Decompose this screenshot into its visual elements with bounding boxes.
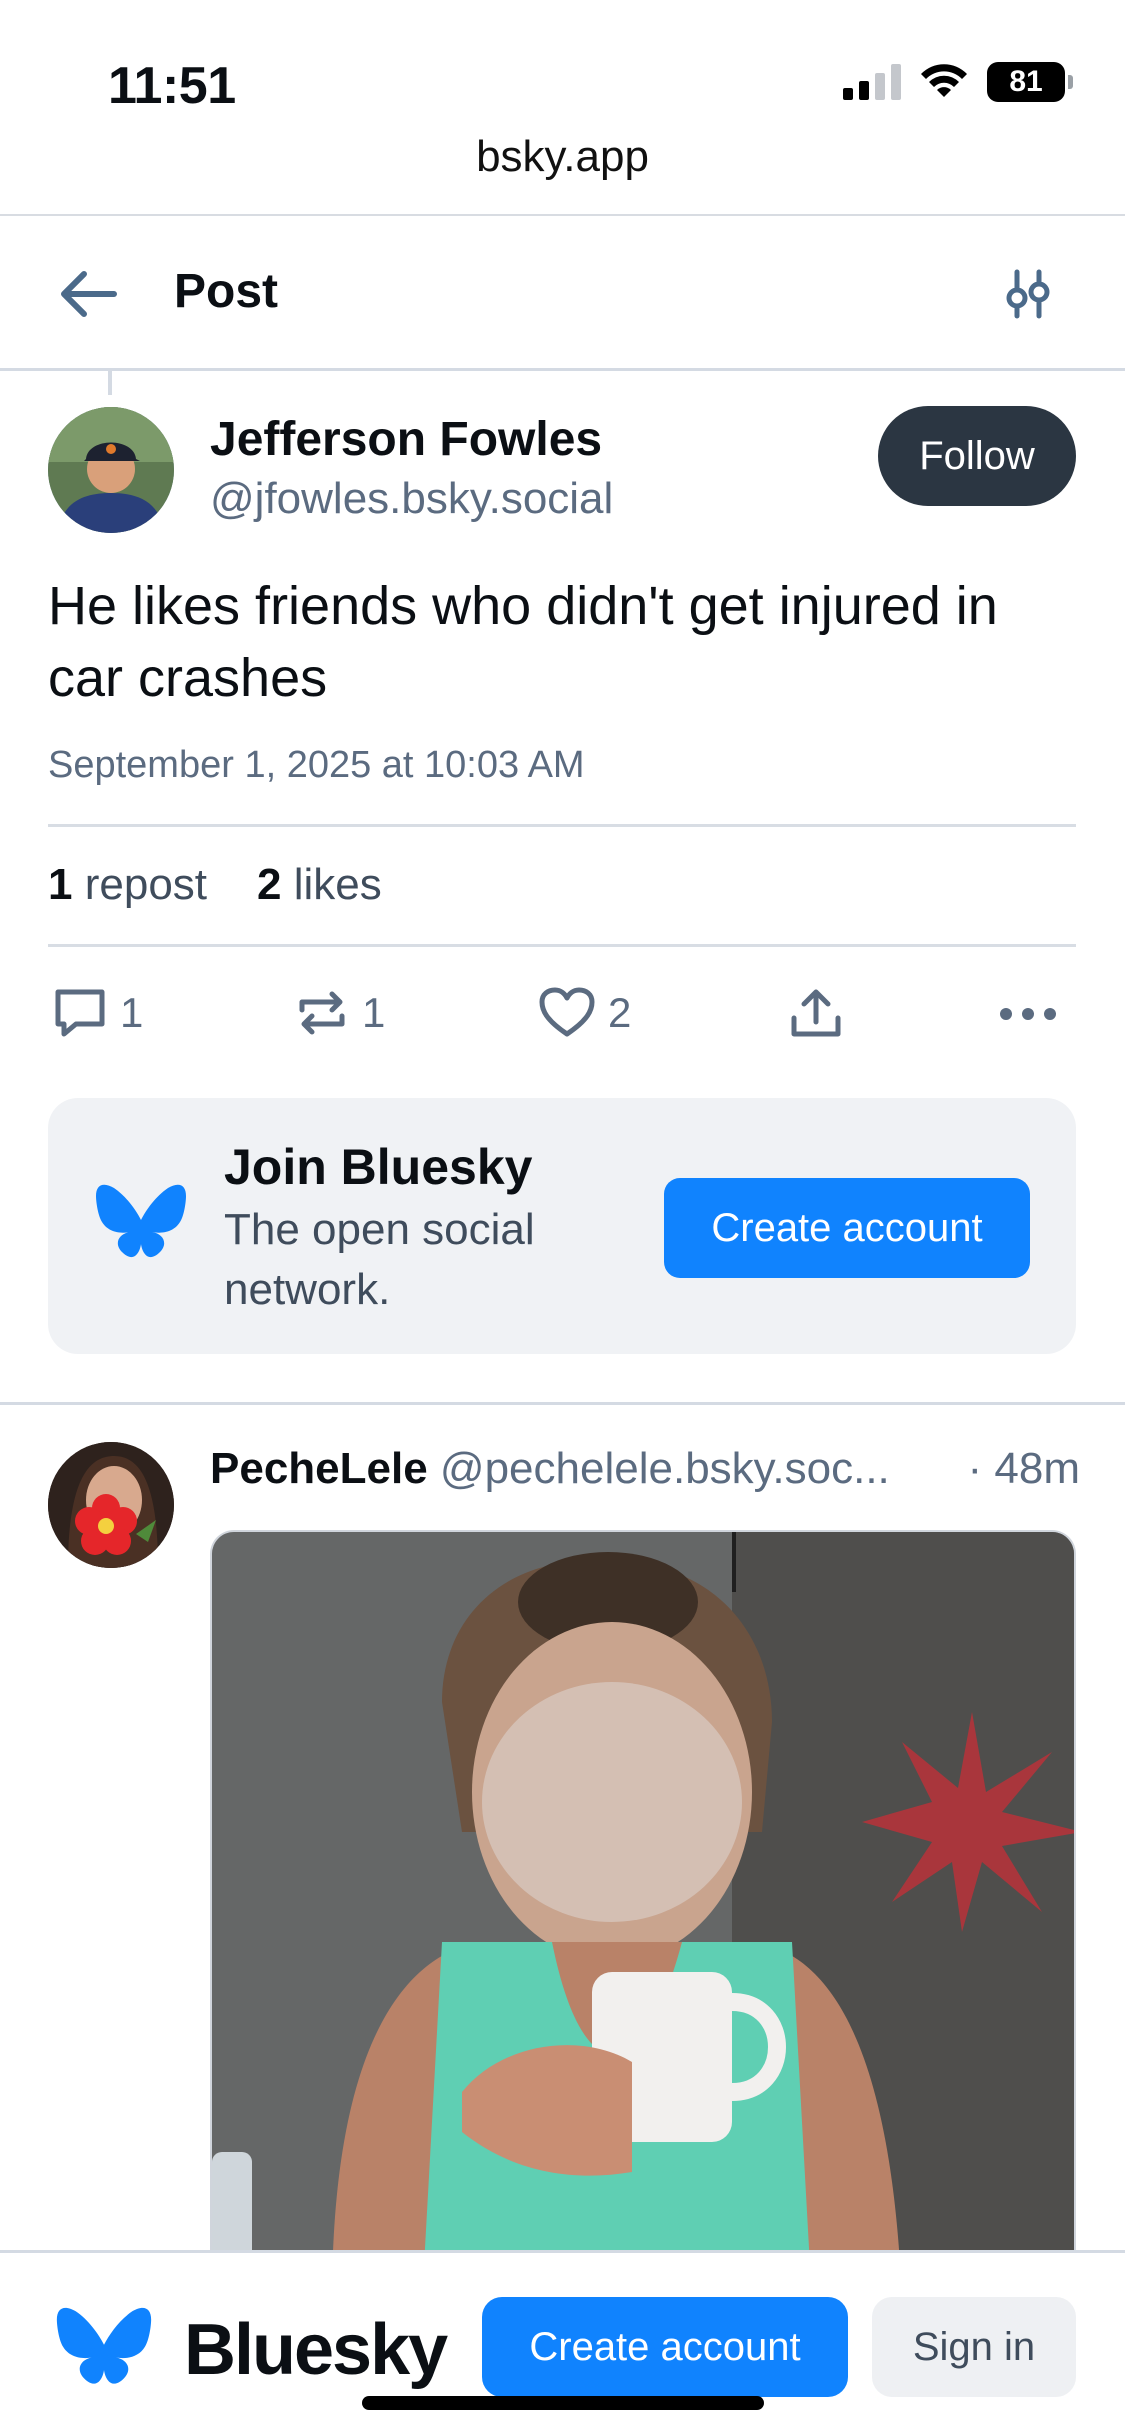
divider [48,944,1076,947]
reply-icon [55,989,105,1037]
sliders-icon [1006,269,1050,319]
status-icons: 81 [843,62,1073,102]
more-options-button[interactable] [998,986,1058,1042]
wifi-icon [921,64,967,97]
reply-author-name[interactable]: PecheLele [210,1444,428,1493]
post-actions: 1 1 2 [48,986,1078,1050]
status-bar: 11:51 81 [0,0,1125,120]
divider [48,824,1076,827]
like-count: 2 [257,860,282,909]
sign-in-button[interactable]: Sign in [872,2297,1076,2397]
cellular-signal-icon [843,64,901,100]
create-account-button[interactable]: Create account [664,1178,1030,1278]
reply-count: 1 [120,989,144,1036]
heart-icon [539,987,595,1037]
brand-wordmark: Bluesky [184,2310,448,2390]
ellipsis-icon [1000,1008,1056,1020]
thread-line [108,371,112,395]
avatar-photo [48,407,174,533]
reply-image[interactable] [210,1530,1076,2300]
author-avatar[interactable] [48,407,174,533]
post-stats: 1 repost 2 likes [48,860,382,910]
author-name[interactable]: Jefferson Fowles [210,412,602,467]
like-stat[interactable]: 2 likes [257,860,382,910]
repost-stat[interactable]: 1 repost [48,860,207,910]
post-text: He likes friends who didn't get injured … [48,576,998,708]
arrow-left-icon [61,271,117,317]
post-timestamp: September 1, 2025 at 10:03 AM [48,744,585,786]
join-subtitle: The open social network. [224,1205,535,1314]
reply-author-handle[interactable]: @pechelele.bsky.soc... [440,1444,890,1493]
page-title: Post [174,265,279,318]
url-bar[interactable]: bsky.app [0,132,1125,182]
divider [0,1402,1125,1405]
create-account-button[interactable]: Create account [482,2297,848,2397]
thread-settings-button[interactable] [999,266,1055,322]
join-bluesky-card: Join Bluesky The open social network. Cr… [48,1098,1076,1354]
repost-button[interactable]: 1 [294,986,385,1040]
bluesky-butterfly-icon [96,1184,186,1258]
repost-count: 1 [48,860,73,909]
home-indicator [362,2396,764,2410]
like-button[interactable]: 2 [538,986,631,1040]
divider [0,368,1125,371]
author-handle[interactable]: @jfowles.bsky.social [210,474,613,524]
reply-time: · 48m [967,1444,1080,1493]
like-label: likes [293,860,382,909]
share-icon [791,989,841,1037]
repost-action-count: 1 [362,989,386,1036]
back-button[interactable] [56,266,120,322]
repost-icon [299,991,345,1035]
battery-icon: 81 [987,62,1073,102]
join-title: Join Bluesky [224,1139,533,1195]
follow-button[interactable]: Follow [878,406,1076,506]
share-button[interactable] [788,986,844,1042]
reply-author-avatar[interactable] [48,1442,174,1568]
reply-photo [212,1532,1074,2300]
bluesky-butterfly-icon [56,2307,152,2384]
status-time: 11:51 [108,57,236,115]
reply-button[interactable]: 1 [52,986,143,1040]
avatar-photo [48,1442,174,1568]
page-header: Post [0,216,1125,370]
like-action-count: 2 [608,989,632,1036]
repost-label: repost [84,860,208,909]
reply-header: PecheLele @pechelele.bsky.soc... · 48m [210,1444,1080,1494]
